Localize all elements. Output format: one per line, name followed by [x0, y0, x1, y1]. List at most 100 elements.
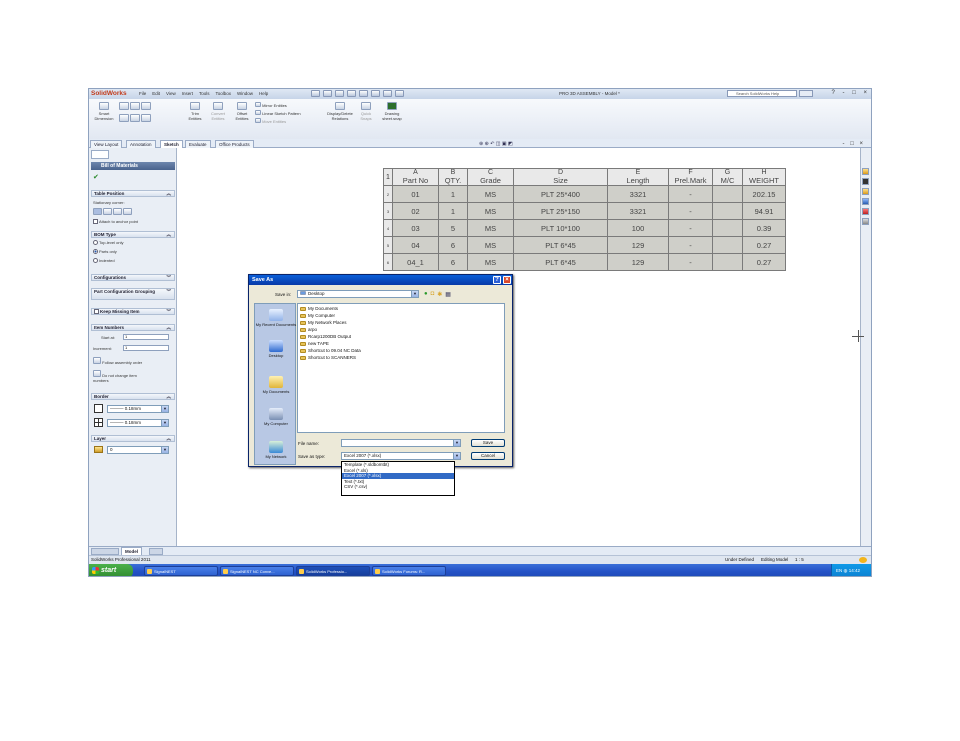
menu-toolbox[interactable]: Toolbox	[216, 91, 232, 98]
section-part-config-grouping[interactable]: Part Configuration Grouping ︾	[91, 288, 175, 300]
rebuild-status-icon[interactable]	[859, 557, 867, 563]
menu-file[interactable]: File	[139, 91, 146, 98]
table-cell[interactable]: MS	[467, 253, 514, 271]
header-cell[interactable]: Size	[513, 176, 608, 186]
tab-scroll-arrows[interactable]	[91, 548, 119, 555]
display-delete-relations-button[interactable]: Display/Delete Relations	[325, 102, 355, 121]
table-cell[interactable]: MS	[467, 202, 514, 220]
table-cell[interactable]: PLT 10*100	[513, 219, 608, 237]
tab-sketch[interactable]: Sketch	[160, 140, 183, 148]
taskbar-item[interactable]: SolidWorks Forums: R...	[372, 566, 446, 576]
list-item[interactable]: Shortcut to 09.04 NC Data	[300, 348, 361, 353]
table-cell[interactable]: PLT 6*45	[513, 236, 608, 254]
taskbar-item[interactable]: SignalNEST	[144, 566, 218, 576]
sketch-fillet-icon[interactable]	[141, 114, 152, 122]
rectangle-icon[interactable]	[119, 114, 129, 122]
back-icon[interactable]: ●	[424, 291, 428, 298]
view-orientation-icon[interactable]: ▣	[502, 141, 507, 147]
tab-office-products[interactable]: Office Products	[215, 140, 254, 148]
previous-view-icon[interactable]: ↶	[490, 141, 494, 147]
print-icon[interactable]	[347, 90, 356, 97]
attach-anchor-checkbox[interactable]: Attach to anchor point	[93, 219, 138, 225]
circle-icon[interactable]	[130, 102, 141, 110]
views-menu-icon[interactable]: ▦	[445, 291, 451, 298]
table-cell[interactable]: -	[668, 253, 713, 271]
table-cell[interactable]: 202.15	[742, 185, 786, 203]
window-controls[interactable]: ? - □ ×	[832, 90, 870, 96]
table-cell[interactable]: -	[668, 236, 713, 254]
row-number[interactable]: 5	[383, 236, 393, 254]
table-cell[interactable]: -	[668, 219, 713, 237]
undo-icon[interactable]	[359, 90, 368, 97]
row-number[interactable]: 3	[383, 202, 393, 220]
table-cell[interactable]: 3321	[607, 202, 669, 220]
place-my-computer[interactable]: My Computer	[255, 408, 297, 426]
table-cell[interactable]: 1	[438, 202, 468, 220]
motion-study-tab[interactable]	[149, 548, 163, 555]
view-palette-icon[interactable]	[862, 198, 869, 205]
offset-entities-button[interactable]: Offset Entities	[231, 102, 253, 121]
ok-check-icon[interactable]: ✔	[93, 173, 99, 181]
close-button[interactable]: ×	[503, 276, 511, 284]
row-number[interactable]: 6	[383, 253, 393, 271]
table-cell[interactable]: 0.27	[742, 236, 786, 254]
section-configurations[interactable]: Configurations ︾	[91, 274, 175, 281]
rebuild-icon[interactable]	[383, 90, 392, 97]
zoom-to-fit-icon[interactable]: ⊕	[479, 141, 483, 147]
save-button[interactable]: Save	[471, 439, 505, 447]
table-cell[interactable]: 100	[607, 219, 669, 237]
help-search-input[interactable]: Search SolidWorks Help	[727, 90, 797, 97]
table-cell[interactable]	[712, 253, 743, 271]
new-folder-icon[interactable]: ✱	[437, 291, 442, 298]
section-view-icon[interactable]: ◫	[496, 141, 501, 147]
options-icon[interactable]	[395, 90, 404, 97]
menu-help[interactable]: Help	[259, 91, 268, 98]
table-cell[interactable]: 03	[392, 219, 439, 237]
menu-tools[interactable]: Tools	[199, 91, 210, 98]
table-cell[interactable]: 04_1	[392, 253, 439, 271]
table-cell[interactable]: 129	[607, 253, 669, 271]
table-cell[interactable]	[712, 236, 743, 254]
drawing-sheet-button[interactable]: Drawing sheet.snap	[379, 102, 405, 121]
increment-input[interactable]: 1	[123, 345, 169, 351]
table-cell[interactable]: MS	[467, 219, 514, 237]
table-cell[interactable]	[712, 202, 743, 220]
list-item[interactable]: new TAPE	[300, 341, 329, 346]
section-border[interactable]: Border ︽	[91, 393, 175, 400]
table-cell[interactable]: PLT 25*150	[513, 202, 608, 220]
save-in-select[interactable]: Desktop ▼	[297, 290, 419, 298]
table-cell[interactable]: 6	[438, 236, 468, 254]
table-move-handle[interactable]: 1	[383, 168, 393, 186]
section-item-numbers[interactable]: Item Numbers ︽	[91, 324, 175, 331]
header-cell[interactable]: QTY.	[438, 176, 468, 186]
follow-assembly-order-option[interactable]: Follow assembly order	[93, 357, 142, 365]
line-icon[interactable]	[119, 102, 129, 110]
corner-bottom-left-icon[interactable]	[113, 208, 122, 215]
list-item[interactable]: Shortcut to SCANNERS	[300, 355, 356, 360]
header-cell[interactable]: M/C	[712, 176, 743, 186]
table-cell[interactable]: -	[668, 185, 713, 203]
list-item[interactable]: arpo	[300, 327, 317, 332]
start-button[interactable]: start	[89, 564, 133, 576]
table-cell[interactable]: 94.91	[742, 202, 786, 220]
move-entities-button[interactable]: Move Entities	[255, 118, 317, 124]
list-item[interactable]: My Network Places	[300, 320, 347, 325]
header-cell[interactable]: WEIGHT	[742, 176, 786, 186]
table-cell[interactable]: 6	[438, 253, 468, 271]
corner-bottom-right-icon[interactable]	[123, 208, 132, 215]
table-cell[interactable]	[712, 185, 743, 203]
dropdown-option[interactable]: CSV (*.csv)	[342, 484, 454, 490]
place-desktop[interactable]: Desktop	[255, 340, 297, 358]
new-icon[interactable]	[311, 90, 320, 97]
table-cell[interactable]: PLT 25*400	[513, 185, 608, 203]
table-cell[interactable]: 5	[438, 219, 468, 237]
convert-entities-button[interactable]: Convert Entities	[207, 102, 229, 121]
table-cell[interactable]	[712, 219, 743, 237]
table-cell[interactable]: 04	[392, 236, 439, 254]
table-cell[interactable]: PLT 6*45	[513, 253, 608, 271]
zoom-area-icon[interactable]: ⊕	[485, 141, 489, 147]
header-cell[interactable]: Length	[607, 176, 669, 186]
file-name-input[interactable]: ▼	[341, 439, 461, 447]
grid-border-select[interactable]: ——— 0.18mm ▼	[107, 419, 169, 427]
table-cell[interactable]: 01	[392, 185, 439, 203]
